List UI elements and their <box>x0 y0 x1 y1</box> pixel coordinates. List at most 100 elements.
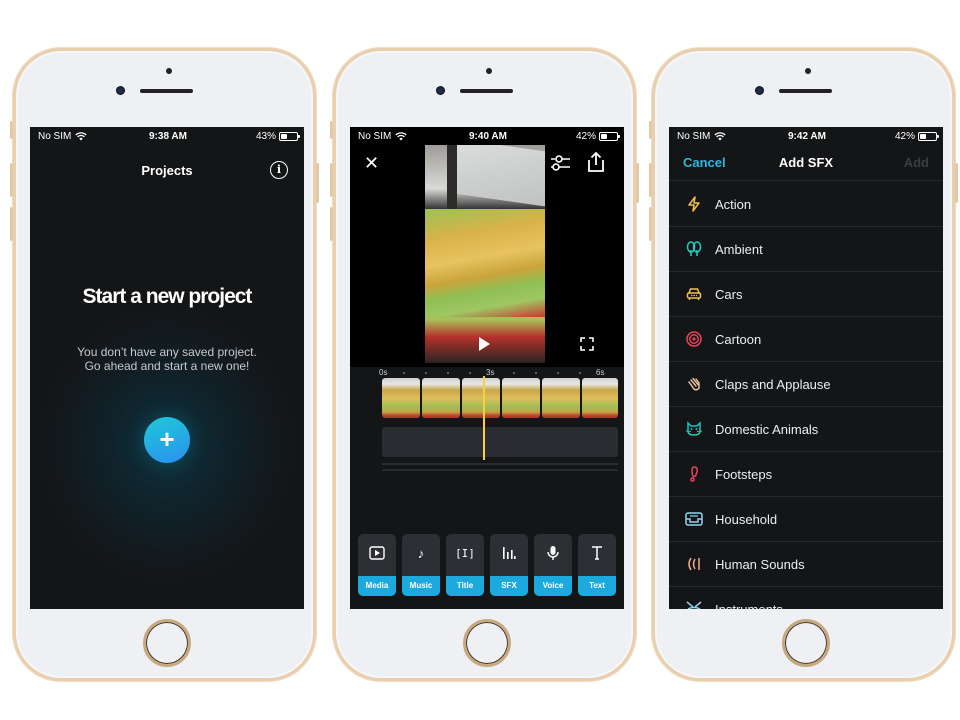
sfx-category-ambient[interactable]: Ambient <box>669 227 943 272</box>
tool-media-button[interactable]: Media <box>358 534 396 596</box>
wifi-icon <box>714 131 727 140</box>
battery-percent: 43% <box>255 130 276 142</box>
fullscreen-icon[interactable] <box>580 337 594 351</box>
tool-label: Title <box>446 576 484 596</box>
empty-state-line-2: Go ahead and start a new one! <box>84 359 250 373</box>
tool-title-button[interactable]: [I] Title <box>446 534 484 596</box>
tool-voice-button[interactable]: Voice <box>534 534 572 596</box>
phone-frame-editor: ✕ 0s 3s 6s Media ♪ Music [I] Title SFX V… <box>330 48 639 681</box>
sfx-category-cars[interactable]: Cars <box>669 272 943 317</box>
sfx-category-label: Footsteps <box>715 466 773 482</box>
empty-state-message: You don’t have any saved project. Go ahe… <box>30 345 304 373</box>
video-content <box>447 145 457 215</box>
editor-screen: ✕ 0s 3s 6s Media ♪ Music [I] Title SFX V… <box>350 127 624 609</box>
sfx-category-label: Action <box>715 196 752 212</box>
navigation-bar: Cancel Add SFX Add <box>669 145 943 181</box>
voice-waves-icon <box>688 557 700 571</box>
timeline-label: 3s <box>486 368 495 377</box>
sfx-category-label: Household <box>715 511 778 527</box>
earpiece-speaker <box>779 89 832 93</box>
clock: 9:38 AM <box>149 130 187 142</box>
tool-text-button[interactable]: Text <box>578 534 616 596</box>
video-frame-thumbnail <box>422 378 460 418</box>
volume-down-button <box>10 207 13 241</box>
adjust-settings-icon[interactable] <box>550 153 572 173</box>
volume-down-button <box>649 207 652 241</box>
power-button <box>316 163 319 203</box>
sfx-category-action[interactable]: Action <box>669 182 943 227</box>
sfx-category-cartoon[interactable]: Cartoon <box>669 317 943 362</box>
sfx-category-human-sounds[interactable]: Human Sounds <box>669 542 943 587</box>
sfx-category-label: Domestic Animals <box>715 421 819 437</box>
sfx-category-claps[interactable]: Claps and Applause <box>669 362 943 407</box>
status-bar: No SIM 9:38 AM 43% <box>30 127 304 145</box>
mute-switch <box>649 121 652 139</box>
add-button[interactable]: Add <box>904 155 929 170</box>
page-title: Projects <box>141 163 193 178</box>
trees-icon <box>686 241 702 256</box>
close-button[interactable]: ✕ <box>364 153 379 174</box>
tool-label: Text <box>578 576 616 596</box>
car-icon <box>686 288 702 300</box>
tool-bar: Media ♪ Music [I] Title SFX Voice Text <box>358 534 616 599</box>
sfx-category-footsteps[interactable]: Footsteps <box>669 452 943 497</box>
info-icon[interactable]: i <box>270 161 288 179</box>
proximity-sensor <box>166 68 172 74</box>
cat-icon <box>686 421 702 436</box>
media-icon <box>369 546 385 560</box>
battery-level <box>601 133 608 139</box>
add-sfx-screen: No SIM 9:42 AM 42% Cancel Add SFX Add Ac… <box>669 127 943 609</box>
share-icon[interactable] <box>586 151 606 173</box>
new-project-button[interactable]: + <box>144 417 190 463</box>
sfx-category-instruments[interactable]: Instruments <box>669 587 943 609</box>
audio-track[interactable] <box>382 427 618 457</box>
status-bar: No SIM 9:42 AM 42% <box>669 127 943 145</box>
volume-up-button <box>330 163 333 197</box>
carrier-label: No SIM <box>358 130 392 142</box>
clock: 9:42 AM <box>788 130 826 142</box>
footstep-icon <box>690 466 698 482</box>
front-camera <box>436 86 445 95</box>
playhead[interactable] <box>483 376 485 460</box>
tool-label: Media <box>358 576 396 596</box>
target-icon <box>686 331 702 347</box>
clock: 9:40 AM <box>469 130 507 142</box>
battery-icon <box>918 131 939 141</box>
video-preview[interactable] <box>425 145 545 363</box>
title-icon: [I] <box>455 546 475 560</box>
phone-frame-projects: No SIM 9:38 AM 43% Projects i Start a ne… <box>10 48 319 681</box>
tool-label: Music <box>402 576 440 596</box>
timeline-label: 6s <box>596 368 605 377</box>
mute-switch <box>330 121 333 139</box>
power-button <box>955 163 958 203</box>
home-button[interactable] <box>143 619 191 667</box>
battery-percent: 42% <box>894 130 915 142</box>
home-button[interactable] <box>463 619 511 667</box>
tool-label: SFX <box>490 576 528 596</box>
drum-icon <box>686 601 702 609</box>
video-frame-thumbnail <box>462 378 500 418</box>
front-camera <box>755 86 764 95</box>
empty-state-heading: Start a new project <box>82 285 253 308</box>
tool-sfx-button[interactable]: SFX <box>490 534 528 596</box>
earpiece-speaker <box>460 89 513 93</box>
tool-music-button[interactable]: ♪ Music <box>402 534 440 596</box>
phone-frame-sfx: No SIM 9:42 AM 42% Cancel Add SFX Add Ac… <box>649 48 958 681</box>
sfx-category-domestic-animals[interactable]: Domestic Animals <box>669 407 943 452</box>
track-divider <box>382 463 618 465</box>
sfx-category-household[interactable]: Household <box>669 497 943 542</box>
status-bar: No SIM 9:40 AM 42% <box>350 127 624 145</box>
wifi-icon <box>75 131 88 140</box>
projects-screen: No SIM 9:38 AM 43% Projects i Start a ne… <box>30 127 304 609</box>
front-camera <box>116 86 125 95</box>
home-button[interactable] <box>782 619 830 667</box>
sfx-icon <box>503 547 516 559</box>
volume-up-button <box>649 163 652 197</box>
mute-switch <box>10 121 13 139</box>
clap-icon <box>688 377 700 391</box>
play-icon[interactable] <box>479 337 490 351</box>
track-divider <box>382 469 618 471</box>
empty-state-line-1: You don’t have any saved project. <box>77 345 257 359</box>
video-track[interactable] <box>382 378 618 418</box>
power-button <box>636 163 639 203</box>
